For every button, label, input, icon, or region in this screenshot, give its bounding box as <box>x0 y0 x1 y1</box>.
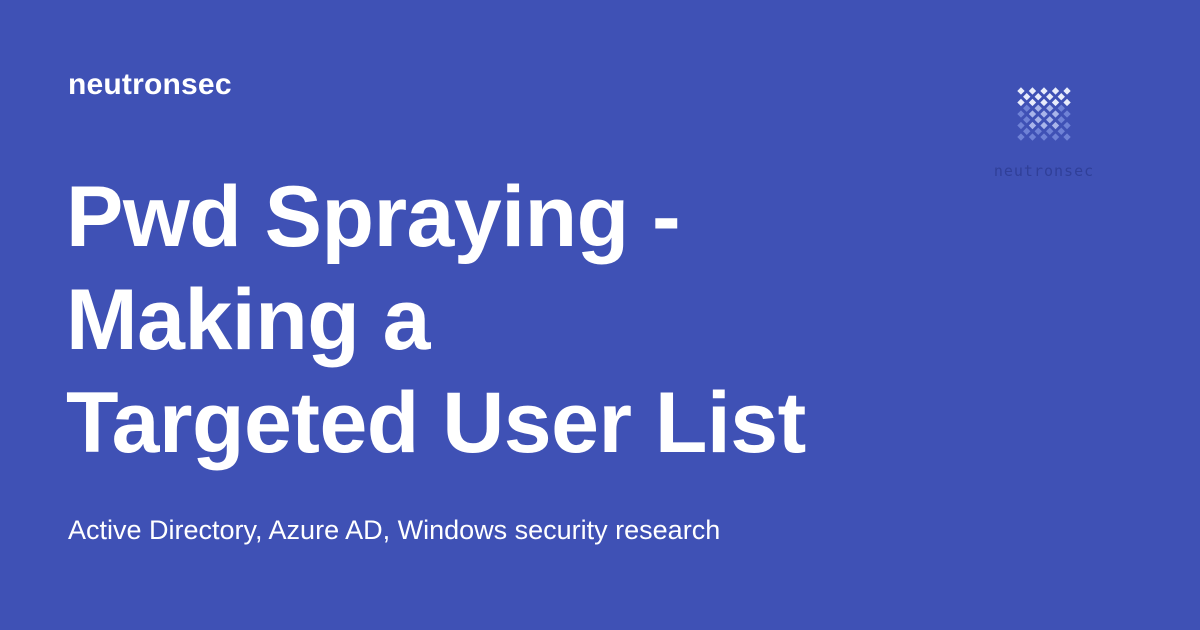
logo-tile <box>1017 133 1025 141</box>
page-title: Pwd Spraying - Making a Targeted User Li… <box>66 166 946 475</box>
logo-tile <box>1017 110 1025 118</box>
logo-tile <box>1057 127 1065 135</box>
logo-tile <box>1046 127 1054 135</box>
logo-tile <box>1046 116 1054 124</box>
title-line: Making a <box>66 272 430 368</box>
logo-tile <box>1046 93 1054 101</box>
logo-tile <box>1034 127 1042 135</box>
logo-tile <box>1063 98 1071 107</box>
logo-tile <box>1040 121 1048 130</box>
logo-tile <box>1063 133 1071 141</box>
logo-tile <box>1034 93 1042 101</box>
social-card: neutronsec Pwd Spraying - Making a Targe… <box>0 0 1200 630</box>
logo-tile <box>1028 98 1037 107</box>
logo-tile <box>1028 121 1037 130</box>
logo-tile <box>1051 121 1060 130</box>
logo-tile <box>1023 127 1031 135</box>
logo-tile <box>1017 121 1025 130</box>
diamond-grid-logo-icon <box>1017 87 1071 141</box>
title-line: Targeted User List <box>66 375 806 471</box>
logo-caption: neutronsec <box>993 162 1095 180</box>
logo-tile <box>1023 93 1031 101</box>
brand-logo: neutronsec <box>984 72 1104 184</box>
logo-tile <box>1051 87 1060 95</box>
logo-tile <box>1046 104 1054 112</box>
logo-tile <box>1040 98 1048 107</box>
logo-tile <box>1051 110 1060 118</box>
logo-tile <box>1057 116 1065 124</box>
logo-tile <box>1028 133 1037 141</box>
logo-tile <box>1057 93 1065 101</box>
logo-tile <box>1057 104 1065 112</box>
logo-tile <box>1063 121 1071 130</box>
logo-tile <box>1017 87 1025 95</box>
logo-tile <box>1051 98 1060 107</box>
logo-tile <box>1028 87 1037 95</box>
logo-tile <box>1023 116 1031 124</box>
logo-tile <box>1063 110 1071 118</box>
subtitle: Active Directory, Azure AD, Windows secu… <box>68 515 721 545</box>
logo-tile <box>1063 87 1071 95</box>
logo-tile <box>1040 87 1048 95</box>
logo-tile <box>1040 133 1048 141</box>
title-line: Pwd Spraying - <box>66 169 681 265</box>
logo-tile <box>1028 110 1037 118</box>
site-name: neutronsec <box>68 68 232 101</box>
logo-tile <box>1040 110 1048 118</box>
logo-tile <box>1034 104 1042 112</box>
logo-tile <box>1023 104 1031 112</box>
logo-tile <box>1017 98 1025 107</box>
logo-tile <box>1034 116 1042 124</box>
logo-tile <box>1051 133 1060 141</box>
